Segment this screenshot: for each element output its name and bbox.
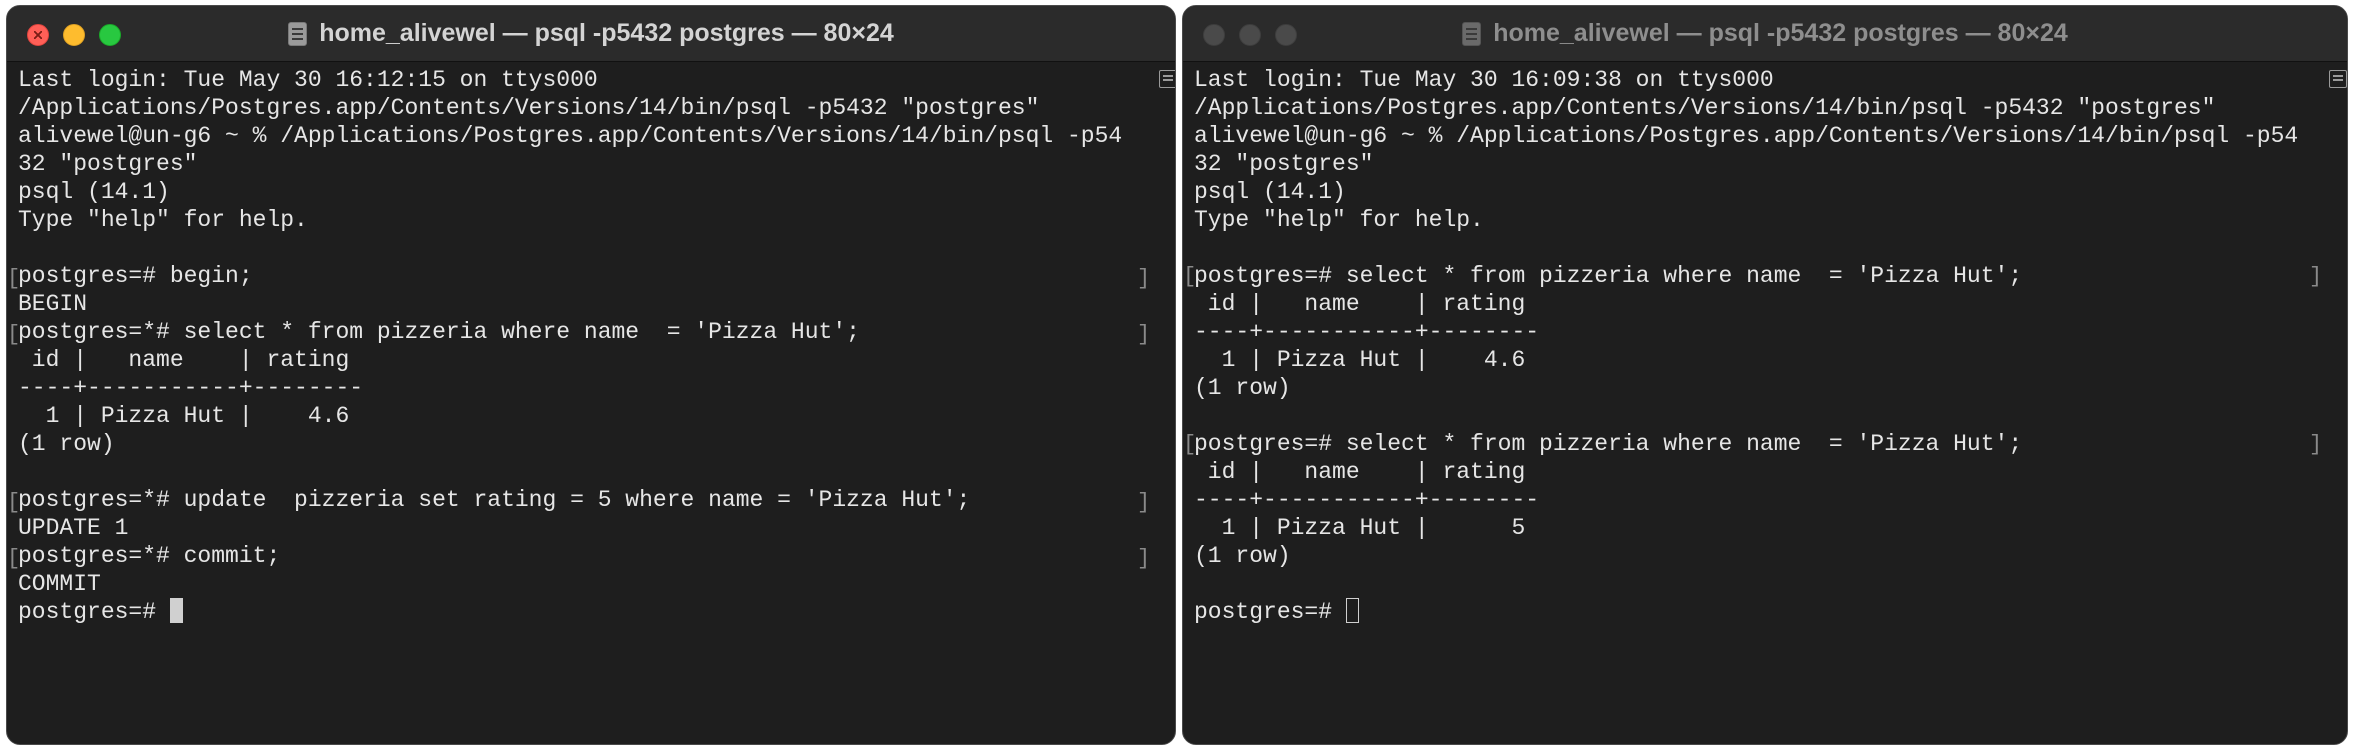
terminal-line: 32 "postgres" bbox=[18, 151, 198, 177]
text-cursor[interactable] bbox=[169, 598, 183, 623]
window-title-text: home_alivewel — psql -p5432 postgres — 8… bbox=[1493, 19, 2068, 47]
command-prompt: postgres=# bbox=[1194, 599, 1346, 625]
terminal-line: id | name | rating bbox=[18, 347, 350, 373]
terminal-output[interactable]: Last login: Tue May 30 16:09:38 on ttys0… bbox=[1194, 66, 2307, 744]
terminal-line: Type "help" for help. bbox=[18, 207, 308, 233]
terminal-line: BEGIN bbox=[18, 291, 88, 317]
terminal-line: (1 row) bbox=[1194, 543, 1291, 569]
terminal-line: id | name | rating bbox=[1194, 459, 1526, 485]
mark-bracket-icon: ] bbox=[1137, 266, 1151, 291]
terminal-line: COMMIT bbox=[18, 571, 101, 597]
terminal-line: 1 | Pizza Hut | 4.6 bbox=[1194, 347, 1526, 373]
terminal-line: Type "help" for help. bbox=[1194, 207, 1484, 233]
terminal-line: postgres=# select * from pizzeria where … bbox=[1194, 263, 2023, 289]
terminal-line: 32 "postgres" bbox=[1194, 151, 1374, 177]
mark-bracket-icon: ] bbox=[1137, 322, 1151, 347]
terminal-window-right[interactable]: home_alivewel — psql -p5432 postgres — 8… bbox=[1182, 5, 2348, 745]
document-icon bbox=[1462, 21, 1482, 46]
mark-bracket-icon: ] bbox=[2309, 264, 2323, 289]
terminal-line: Last login: Tue May 30 16:12:15 on ttys0… bbox=[18, 67, 598, 93]
terminal-line: (1 row) bbox=[1194, 375, 1291, 401]
terminal-line: postgres=# select * from pizzeria where … bbox=[1194, 431, 2023, 457]
terminal-line: psql (14.1) bbox=[1194, 179, 1346, 205]
mark-bracket-icon: ] bbox=[2309, 432, 2323, 457]
terminal-line: ----+-----------+-------- bbox=[18, 375, 364, 401]
terminal-line: ----+-----------+-------- bbox=[1194, 487, 1540, 513]
terminal-line: postgres=*# commit; bbox=[18, 543, 281, 569]
window-title-text: home_alivewel — psql -p5432 postgres — 8… bbox=[319, 19, 894, 47]
terminal-line: id | name | rating bbox=[1194, 291, 1526, 317]
terminal-line: alivewel@un-g6 ~ % /Applications/Postgre… bbox=[18, 123, 1123, 149]
terminal-line: postgres=# begin; bbox=[18, 263, 253, 289]
marks-icon[interactable] bbox=[2329, 70, 2347, 88]
mark-bracket-icon: ] bbox=[1137, 546, 1151, 571]
terminal-line: Last login: Tue May 30 16:09:38 on ttys0… bbox=[1194, 67, 1774, 93]
title-bar[interactable]: home_alivewel — psql -p5432 postgres — 8… bbox=[7, 6, 1175, 62]
terminal-line: UPDATE 1 bbox=[18, 515, 129, 541]
mark-bracket-icon: ] bbox=[1137, 490, 1151, 515]
terminal-line: 1 | Pizza Hut | 4.6 bbox=[18, 403, 350, 429]
terminal-window-left[interactable]: home_alivewel — psql -p5432 postgres — 8… bbox=[6, 5, 1176, 745]
terminal-line: postgres=*# select * from pizzeria where… bbox=[18, 319, 860, 345]
terminal-line: alivewel@un-g6 ~ % /Applications/Postgre… bbox=[1194, 123, 2299, 149]
terminal-line: /Applications/Postgres.app/Contents/Vers… bbox=[1194, 95, 2216, 121]
window-title: home_alivewel — psql -p5432 postgres — 8… bbox=[1183, 6, 2347, 61]
terminal-line: psql (14.1) bbox=[18, 179, 170, 205]
terminal-line: ----+-----------+-------- bbox=[1194, 319, 1540, 345]
text-cursor[interactable] bbox=[1345, 598, 1359, 623]
terminal-line: postgres=*# update pizzeria set rating =… bbox=[18, 487, 971, 513]
document-icon bbox=[288, 21, 308, 46]
terminal-output[interactable]: Last login: Tue May 30 16:12:15 on ttys0… bbox=[18, 66, 1135, 744]
marks-icon[interactable] bbox=[1159, 70, 1175, 88]
terminal-line: 1 | Pizza Hut | 5 bbox=[1194, 515, 1526, 541]
terminal-line: (1 row) bbox=[18, 431, 115, 457]
terminal-line: /Applications/Postgres.app/Contents/Vers… bbox=[18, 95, 1040, 121]
command-prompt: postgres=# bbox=[18, 599, 170, 625]
window-title: home_alivewel — psql -p5432 postgres — 8… bbox=[7, 6, 1175, 61]
title-bar[interactable]: home_alivewel — psql -p5432 postgres — 8… bbox=[1183, 6, 2347, 62]
